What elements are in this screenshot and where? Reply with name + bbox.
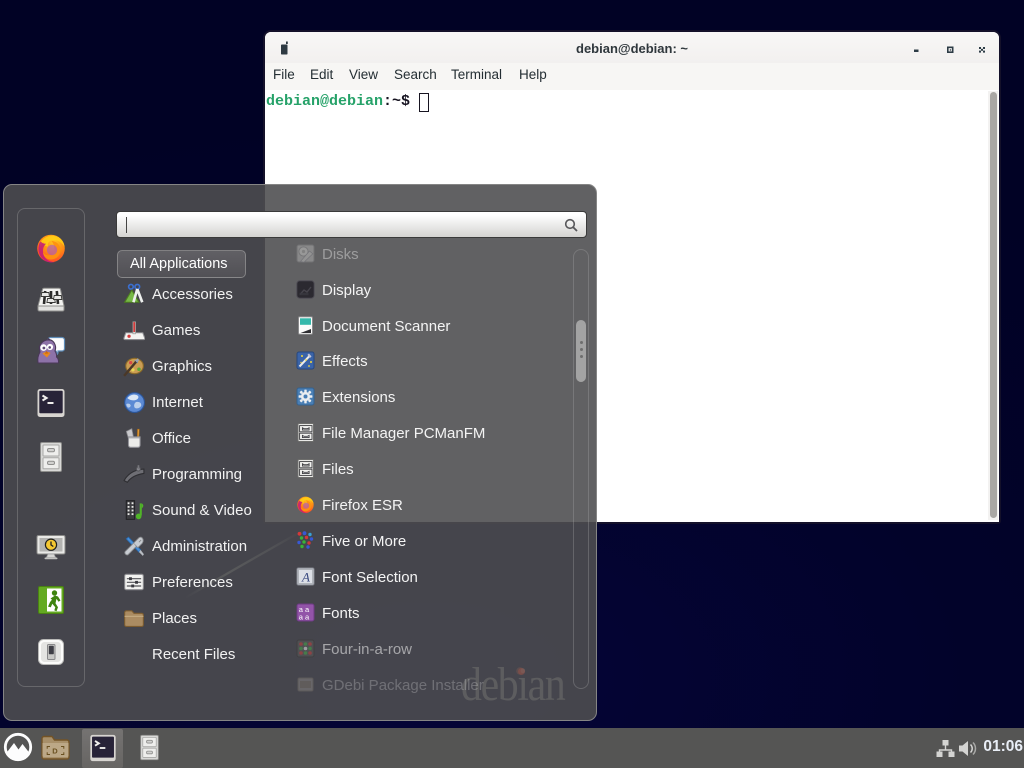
svg-text:a a: a a [299,613,310,622]
svg-text:A: A [301,570,310,585]
svg-text:D: D [52,746,58,755]
